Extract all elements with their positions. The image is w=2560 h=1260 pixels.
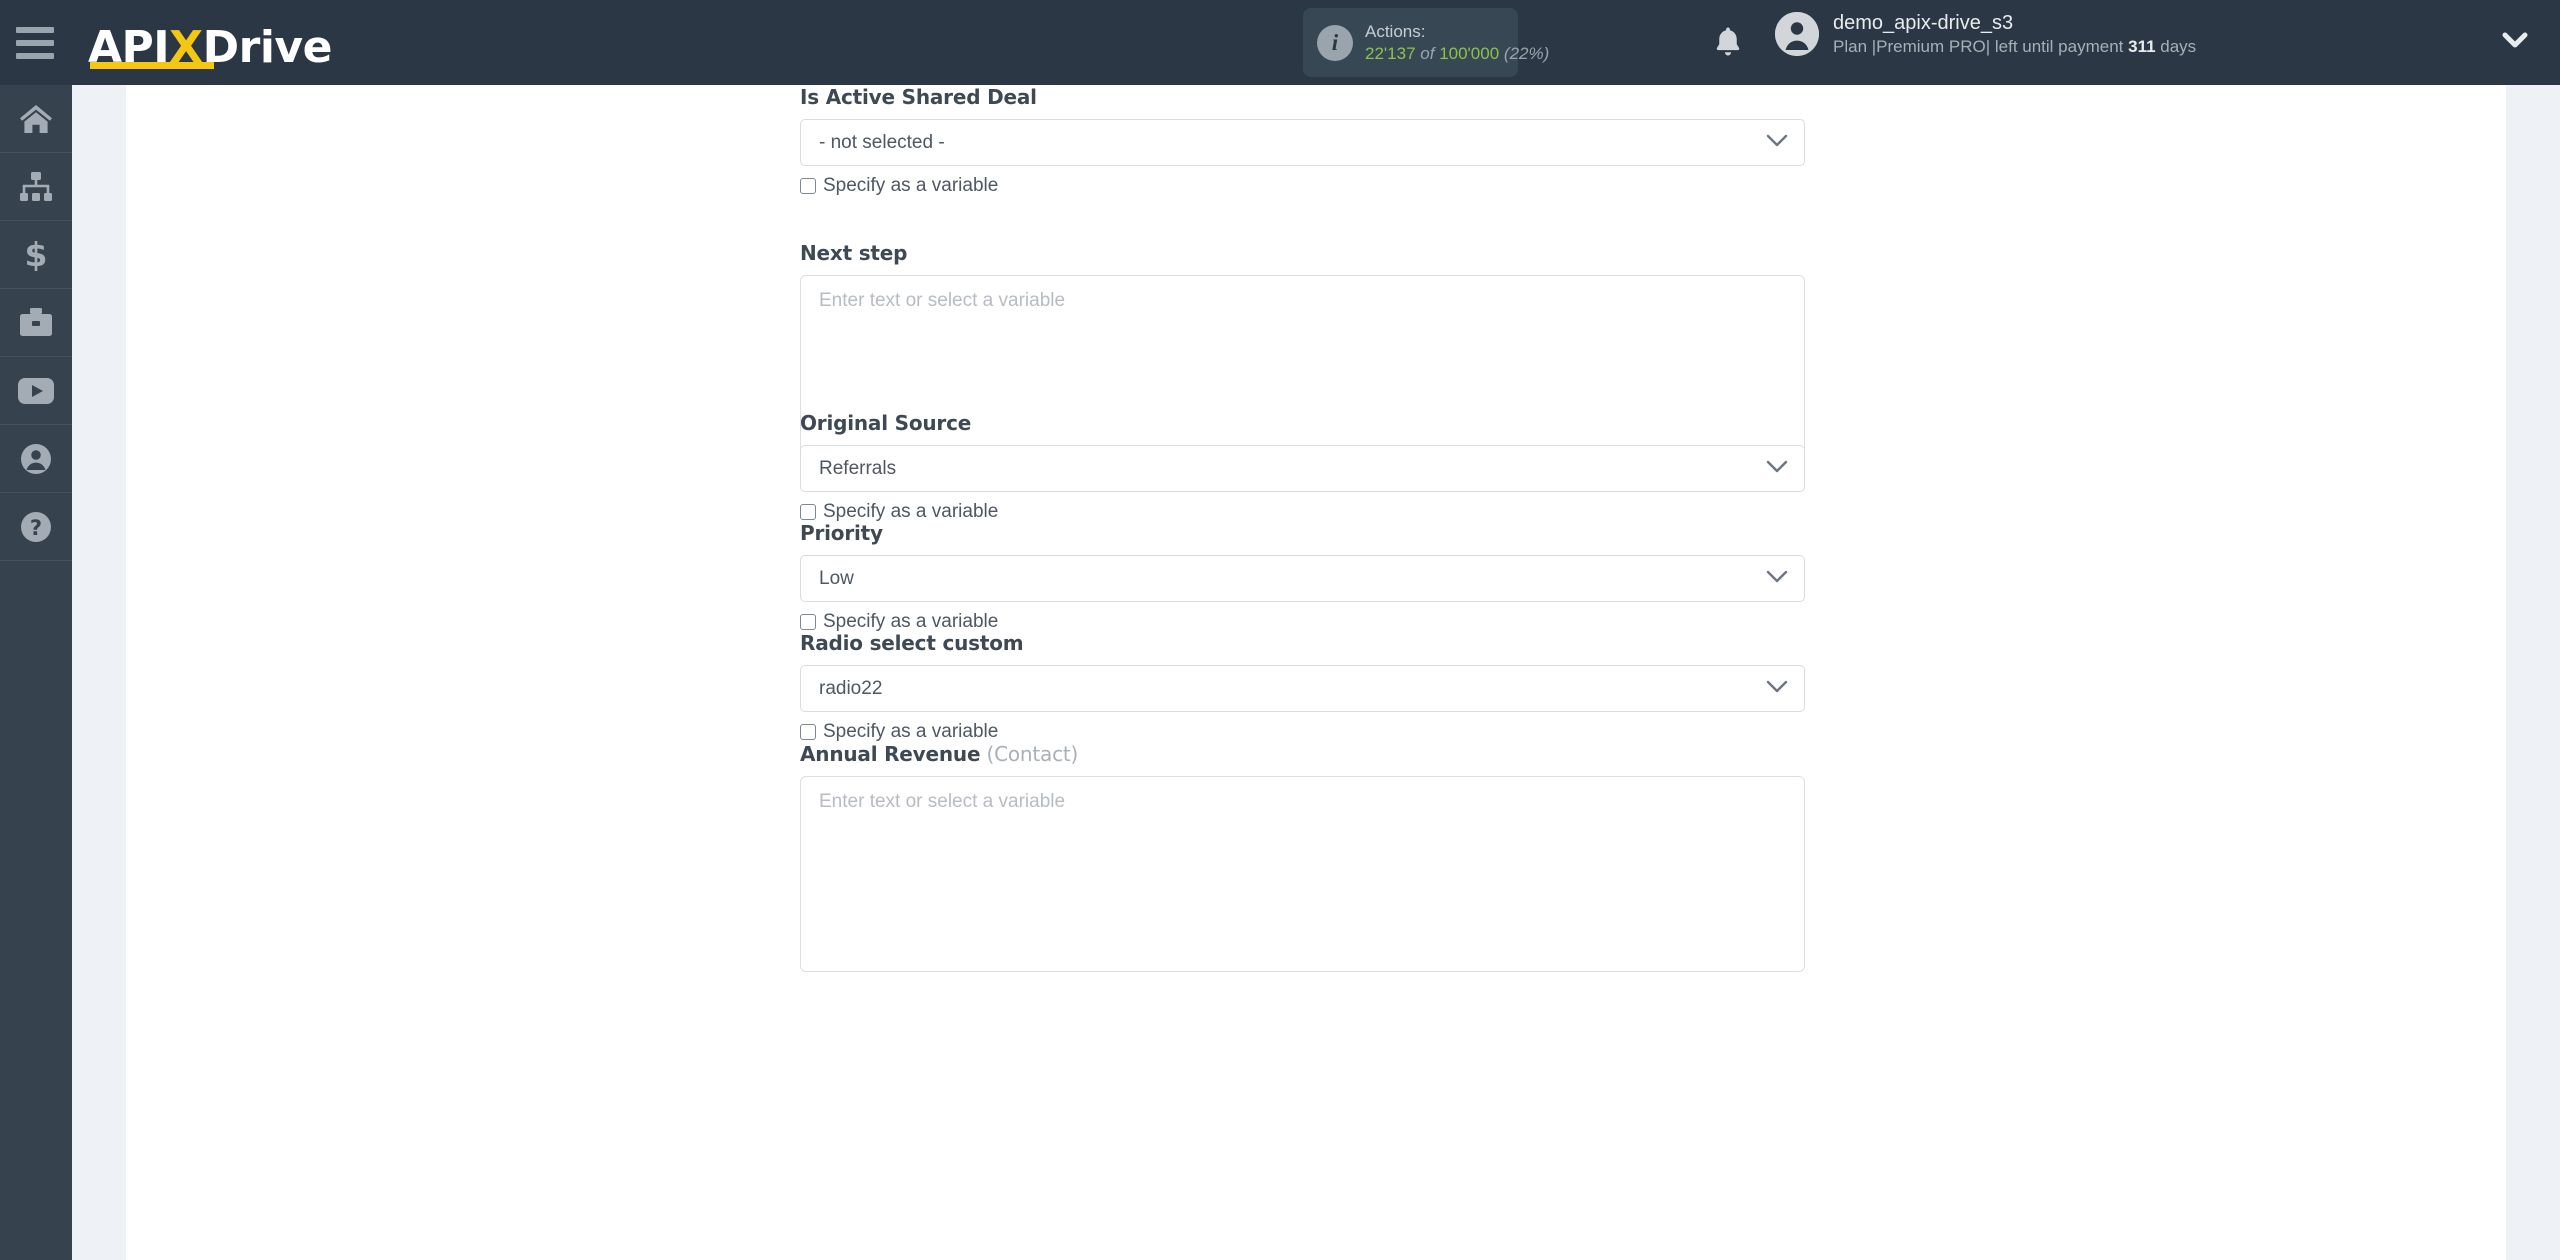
field-label-next-step: Next step (800, 241, 1805, 265)
field-label-priority: Priority (800, 521, 1805, 545)
svg-text:$: $ (25, 238, 48, 272)
sidebar-item-business[interactable] (0, 289, 72, 357)
checkbox-label: Specify as a variable (823, 611, 999, 632)
sidebar-item-home[interactable] (0, 85, 72, 153)
actions-quota-text: Actions: 22'137 of 100'000 (22%) (1365, 21, 1549, 64)
field-label-sub: (Contact) (980, 742, 1079, 766)
chevron-down-icon[interactable] (1766, 458, 1788, 480)
account-icon (20, 443, 52, 475)
hamburger-icon[interactable] (16, 25, 60, 61)
checkbox-label: Specify as a variable (823, 501, 999, 522)
specify-as-variable-checkbox-row[interactable]: Specify as a variable (800, 611, 998, 633)
field-group-is-active-shared-deal: Is Active Shared Deal - not selected - Spe… (800, 85, 1805, 197)
field-label-text: Priority (800, 521, 883, 545)
chevron-glyph (2502, 32, 2528, 48)
textarea-placeholder: Enter text or select a variable (819, 290, 1066, 311)
field-label-text: Is Active Shared Deal (800, 85, 1037, 109)
select-radio-select-custom[interactable]: radio22 (800, 665, 1805, 712)
actions-used: 22'137 (1365, 43, 1416, 63)
sidebar-item-connections[interactable] (0, 153, 72, 221)
user-plan-days: 311 (2128, 37, 2156, 56)
chevron-glyph (1766, 680, 1788, 692)
content-card: Is Active Shared Deal - not selected - Spe… (126, 85, 2506, 1260)
home-icon (19, 103, 53, 135)
specify-as-variable-checkbox-row[interactable]: Specify as a variable (800, 721, 998, 743)
sidebar-item-payments[interactable]: $ (0, 221, 72, 289)
actions-title: Actions: (1365, 22, 1426, 42)
checkbox-specify-as-variable[interactable] (800, 614, 816, 630)
briefcase-icon (19, 307, 53, 338)
chevron-down-icon[interactable] (1766, 678, 1788, 700)
hamburger-bar (16, 52, 54, 59)
select-value: radio22 (819, 677, 883, 699)
field-group-original-source: Original Source Referrals Specify as a var… (800, 411, 1805, 523)
checkbox-specify-as-variable[interactable] (800, 724, 816, 740)
checkbox-label: Specify as a variable (823, 721, 999, 742)
actions-counts: 22'137 of 100'000 (22%) (1365, 43, 1549, 64)
user-avatar-icon (1775, 12, 1819, 57)
field-label-original-source: Original Source (800, 411, 1805, 435)
select-value: Referrals (819, 457, 897, 479)
bell-glyph (1716, 27, 1740, 56)
hamburger-bar (16, 39, 54, 46)
select-value: Low (819, 567, 854, 589)
field-group-radio-select-custom: Radio select custom radio22 Specify as a v… (800, 631, 1805, 743)
field-label-text: Annual Revenue (800, 742, 981, 766)
bell-icon[interactable] (1700, 14, 1756, 70)
select-value: - not selected - (819, 131, 945, 153)
specify-as-variable-checkbox-row[interactable]: Specify as a variable (800, 501, 998, 523)
actions-of: of (1420, 43, 1435, 63)
user-plan-prefix: Plan |Premium PRO| left until payment (1833, 37, 2129, 56)
field-label-text: Original Source (800, 411, 972, 435)
youtube-icon (18, 377, 54, 404)
specify-as-variable-checkbox-row[interactable]: Specify as a variable (800, 175, 998, 197)
user-plan-info: Plan |Premium PRO| left until payment 31… (1833, 36, 2196, 58)
field-label-radio-select-custom: Radio select custom (800, 631, 1805, 655)
chevron-glyph (1766, 570, 1788, 582)
chevron-down-icon[interactable] (2500, 30, 2530, 55)
select-priority[interactable]: Low (800, 555, 1805, 602)
actions-total: 100'000 (1439, 43, 1500, 63)
info-icon: i (1317, 24, 1353, 61)
actions-quota-badge[interactable]: i Actions: 22'137 of 100'000 (22%) (1303, 8, 1549, 77)
chevron-glyph (1766, 134, 1788, 146)
checkbox-label: Specify as a variable (823, 175, 999, 196)
user-plan-suffix: days (2155, 37, 2197, 56)
actions-percent: (22%) (1503, 43, 1550, 63)
question-icon: ? (20, 511, 52, 543)
checkbox-specify-as-variable[interactable] (800, 178, 816, 194)
textarea-placeholder: Enter text or select a variable (819, 791, 1066, 812)
textarea-annual-revenue[interactable]: Enter text or select a variable (800, 776, 1805, 972)
user-meta: demo_apix-drive_s3 Plan |Premium PRO| le… (1833, 10, 2196, 58)
checkbox-specify-as-variable[interactable] (800, 504, 816, 520)
field-group-annual-revenue: Annual Revenue (Contact) Enter text or se… (800, 742, 1805, 972)
select-is-active-shared-deal[interactable]: - not selected - (800, 119, 1805, 166)
sitemap-icon (19, 171, 53, 202)
avatar-glyph (1775, 12, 1819, 57)
brand-logo[interactable]: APIXDrive (88, 13, 332, 73)
dollar-icon: $ (24, 238, 48, 272)
user-name: demo_apix-drive_s3 (1833, 12, 2014, 34)
brand-logo-underline (90, 61, 214, 69)
chevron-down-icon[interactable] (1766, 132, 1788, 154)
select-original-source[interactable]: Referrals (800, 445, 1805, 492)
hamburger-bar (16, 26, 54, 33)
sidebar-item-help[interactable]: ? (0, 493, 72, 561)
app-header: APIXDrive i Actions: 22'137 of 100'000 (… (0, 0, 2560, 85)
field-label-is-active-shared-deal: Is Active Shared Deal (800, 85, 1805, 109)
field-group-priority: Priority Low Specify as a variable (800, 521, 1805, 633)
field-label-text: Next step (800, 241, 908, 265)
field-label-annual-revenue: Annual Revenue (Contact) (800, 742, 1805, 766)
sidebar-item-video[interactable] (0, 357, 72, 425)
sidebar-item-account[interactable] (0, 425, 72, 493)
chevron-glyph (1766, 460, 1788, 472)
svg-text:?: ? (30, 516, 42, 540)
left-sidebar: $? (0, 85, 72, 1260)
field-label-text: Radio select custom (800, 631, 1024, 655)
user-account-block[interactable]: demo_apix-drive_s3 Plan |Premium PRO| le… (1775, 10, 2196, 58)
chevron-down-icon[interactable] (1766, 568, 1788, 590)
